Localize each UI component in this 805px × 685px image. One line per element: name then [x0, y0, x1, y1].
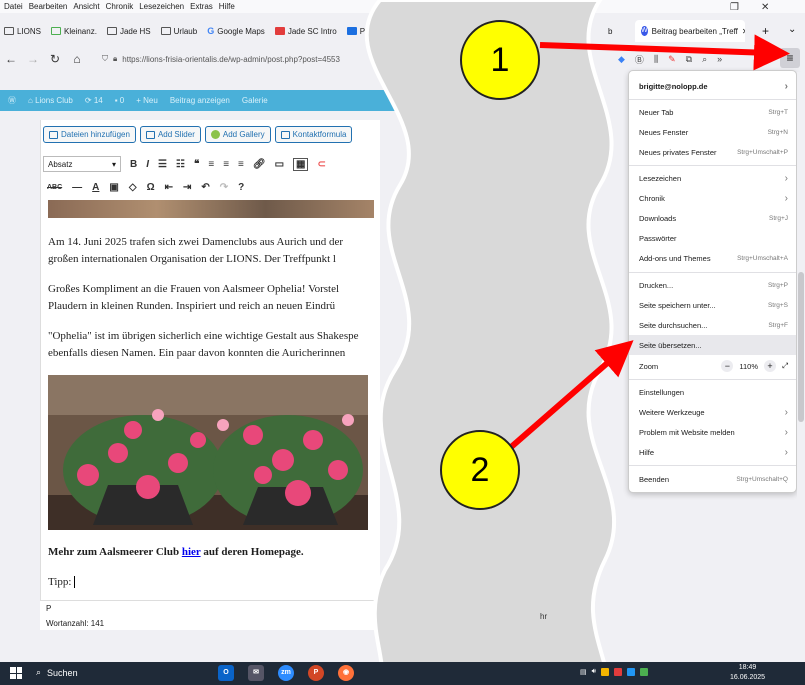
- taskbar-search[interactable]: ⌕ Suchen: [36, 667, 78, 678]
- outlook-icon[interactable]: O: [218, 665, 234, 681]
- taskbar-clock[interactable]: 18:49 16.06.2025: [730, 663, 765, 683]
- arrow-to-menu: [539, 34, 790, 71]
- clock-date: 16.06.2025: [730, 674, 766, 681]
- annotation-arrows: [508, 34, 790, 451]
- mail-icon[interactable]: ✉: [248, 665, 264, 681]
- clock-time: 18:49: [738, 664, 757, 671]
- windows-taskbar: ⌕ Suchen O ✉ zm P ◉ ▤ 🔊︎ 18:49 16.06.2025: [0, 662, 805, 685]
- arrow-to-translate: [508, 340, 634, 451]
- tray-speaker-icon[interactable]: 🔊︎: [592, 668, 596, 676]
- firefox-icon[interactable]: ◉: [338, 665, 354, 681]
- tray-app-icon[interactable]: [614, 668, 623, 676]
- tray-app-icon[interactable]: [601, 668, 610, 676]
- annotation-circle-1: 1: [460, 20, 540, 100]
- annotation-circle-2: 2: [440, 430, 520, 510]
- tray-app-icon[interactable]: [627, 668, 636, 676]
- windows-start-icon[interactable]: [10, 667, 22, 679]
- powerpoint-icon[interactable]: P: [308, 665, 324, 681]
- tray-app-icon[interactable]: [640, 668, 649, 676]
- system-tray: ▤ 🔊︎: [580, 668, 649, 676]
- tray-network-icon[interactable]: ▤: [580, 668, 587, 676]
- taskbar-apps: O ✉ zm P ◉: [218, 665, 354, 681]
- search-icon: ⌕: [36, 667, 42, 677]
- search-label: Suchen: [47, 667, 78, 678]
- zoom-icon[interactable]: zm: [278, 665, 294, 681]
